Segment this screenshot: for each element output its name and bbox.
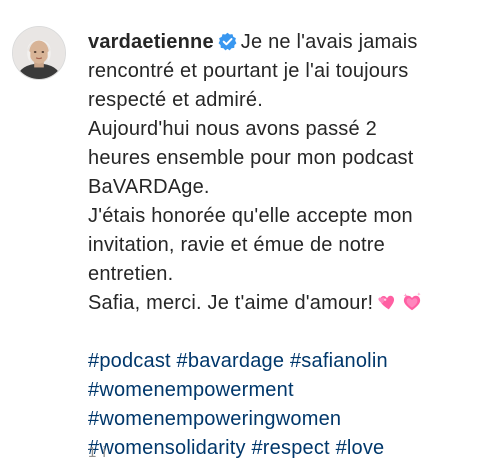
revolving-hearts-icon (378, 295, 395, 310)
caption-line: respecté et admiré. (88, 89, 263, 111)
hashtag-link[interactable]: #safianolin (290, 350, 388, 372)
username-link[interactable]: vardaetienne (88, 31, 214, 53)
hashtag-line: #womensolidarity #respect #love (88, 434, 474, 462)
caption-line: heures ensemble pour mon podcast (88, 147, 414, 169)
caption-intro: Je ne l'avais jamais (240, 31, 418, 53)
hashtag-link[interactable]: #respect (251, 437, 329, 459)
hashtag-link[interactable]: #bavardage (177, 350, 285, 372)
caption-line: J'étais honorée qu'elle accepte mon (88, 205, 413, 227)
caption-first-line: vardaetienne Je ne l'avais jamais (88, 31, 418, 53)
hashtag-link[interactable]: #podcast (88, 350, 171, 372)
hashtag-link[interactable]: #womensolidarity (88, 437, 246, 459)
caption-closing-line: Safia, merci. Je t'aime d'amour! (88, 289, 474, 318)
avatar-photo (13, 27, 65, 79)
avatar[interactable] (12, 26, 66, 80)
caption-line: BaVARDAge. (88, 176, 210, 198)
hashtag-line: #womenempoweringwomen (88, 405, 474, 434)
closing-text: Safia, merci. Je t'aime d'amour! (88, 292, 374, 314)
caption-line: Aujourd'hui nous avons passé 2 (88, 118, 377, 140)
sparkling-heart-icon (403, 292, 421, 311)
caption-line: rencontré et pourtant je l'ai toujours (88, 60, 409, 82)
post-timestamp[interactable]: 1 i (88, 444, 107, 461)
post-caption: vardaetienne Je ne l'avais jamais rencon… (0, 0, 490, 462)
hashtag-line: #womenempowerment (88, 376, 474, 405)
caption-line: entretien. (88, 263, 174, 285)
caption-text: vardaetienne Je ne l'avais jamais rencon… (88, 28, 474, 462)
hashtag-link[interactable]: #womenempoweringwomen (88, 408, 341, 430)
caption-line: invitation, ravie et émue de notre (88, 234, 385, 256)
hashtag-link[interactable]: #womenempowerment (88, 379, 294, 401)
verified-badge-icon (218, 32, 237, 51)
hashtag-link[interactable]: #love (336, 437, 385, 459)
hashtag-line: #podcast #bavardage #safianolin (88, 347, 474, 376)
